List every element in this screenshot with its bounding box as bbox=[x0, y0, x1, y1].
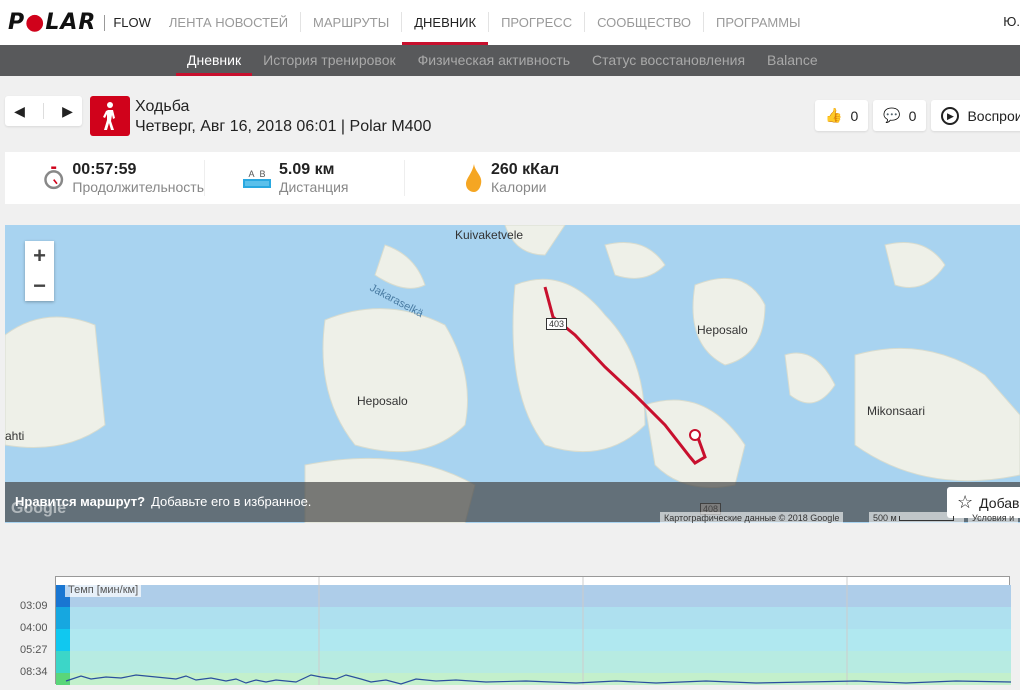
stat-distance: A B 5.09 км Дистанция bbox=[205, 160, 405, 196]
play-button[interactable]: ▶ Воспрои bbox=[931, 100, 1020, 131]
route-map[interactable]: Kuivaketvele Jakaraselkä Heposalo Heposa… bbox=[5, 225, 1020, 523]
subnav-activity[interactable]: Физическая активность bbox=[407, 45, 581, 76]
map-label-heposalo-west: Heposalo bbox=[357, 394, 408, 408]
like-button[interactable]: 👍 0 bbox=[815, 100, 869, 131]
road-403: 403 bbox=[546, 318, 568, 330]
pace-chart-plot bbox=[56, 577, 1012, 685]
zone-band-1 bbox=[56, 585, 1011, 607]
subnav-balance[interactable]: Balance bbox=[756, 45, 829, 76]
flow-label: FLOW bbox=[104, 14, 151, 31]
stat-duration: 00:57:59 Продолжительность bbox=[5, 160, 205, 196]
prev-next-buttons: ◀ ▶ bbox=[5, 96, 82, 126]
zone-band-2 bbox=[56, 607, 1011, 629]
sub-nav: Дневник История тренировок Физическая ак… bbox=[0, 45, 1020, 76]
comment-button[interactable]: 💬 0 bbox=[873, 100, 927, 131]
stats-panel: 00:57:59 Продолжительность A B 5.09 км Дис… bbox=[5, 152, 1020, 204]
map-label-heposalo-east: Heposalo bbox=[697, 323, 748, 337]
y-tick: 03:09 bbox=[20, 600, 48, 612]
map-scale: 500 м bbox=[869, 512, 964, 523]
sport-name: Ходьба bbox=[135, 98, 190, 115]
zoom-in-button[interactable]: + bbox=[33, 243, 46, 269]
flame-icon bbox=[466, 164, 482, 192]
pace-chart bbox=[55, 576, 1012, 685]
subnav-history[interactable]: История тренировок bbox=[252, 45, 406, 76]
main-nav: ЛЕНТА НОВОСТЕЙ МАРШРУТЫ ДНЕВНИК ПРОГРЕСС… bbox=[157, 0, 813, 45]
chart-title: Темп [мин/км] bbox=[65, 583, 142, 597]
google-logo: Google bbox=[11, 500, 67, 517]
y-tick: 08:34 bbox=[20, 666, 48, 678]
activity-subtitle: Четверг, Авг 16, 2018 06:01 | Polar M400 bbox=[135, 118, 432, 135]
user-menu[interactable]: Ю. bbox=[1003, 14, 1020, 29]
y-tick: 05:27 bbox=[20, 644, 48, 656]
prev-arrow-icon[interactable]: ◀ bbox=[14, 103, 25, 120]
walking-icon bbox=[90, 96, 130, 136]
subnav-recovery[interactable]: Статус восстановления bbox=[581, 45, 756, 76]
activity-title: Ходьба Четверг, Авг 16, 2018 06:01 | Pol… bbox=[135, 97, 431, 137]
subnav-diary[interactable]: Дневник bbox=[176, 45, 253, 76]
polar-logo[interactable]: P●LAR bbox=[8, 10, 96, 35]
zoom-controls: + − bbox=[25, 241, 54, 301]
top-bar: P●LAR FLOW ЛЕНТА НОВОСТЕЙ МАРШРУТЫ ДНЕВН… bbox=[0, 0, 1020, 45]
y-tick: 04:00 bbox=[20, 622, 48, 634]
next-arrow-icon[interactable]: ▶ bbox=[62, 103, 73, 120]
nav-news[interactable]: ЛЕНТА НОВОСТЕЙ bbox=[157, 12, 302, 32]
nav-progress[interactable]: ПРОГРЕСС bbox=[489, 12, 586, 32]
thumbs-up-icon: 👍 bbox=[825, 107, 843, 123]
favorite-banner: Нравится маршрут? Добавьте его в избранно… bbox=[5, 482, 1020, 522]
nav-programs[interactable]: ПРОГРАММЫ bbox=[704, 12, 813, 32]
star-icon: ☆ bbox=[957, 492, 974, 512]
map-tiles bbox=[5, 225, 1020, 523]
map-label-mikonsaari: Mikonsaari bbox=[867, 404, 926, 418]
zone-band-4 bbox=[56, 651, 1011, 673]
zone-band-3 bbox=[56, 629, 1011, 651]
stopwatch-icon bbox=[44, 166, 64, 190]
zoom-out-button[interactable]: − bbox=[33, 273, 46, 299]
comment-icon: 💬 bbox=[883, 107, 901, 123]
nav-diary[interactable]: ДНЕВНИК bbox=[402, 12, 490, 45]
terms-link[interactable]: Условия и bbox=[968, 512, 1019, 523]
stat-calories: 260 кКал Калории bbox=[405, 160, 605, 196]
map-label-ahti: ahti bbox=[5, 429, 25, 443]
map-label-kuivaketvele: Kuivaketvele bbox=[455, 228, 524, 242]
map-attribution: Картографические данные © 2018 Google bbox=[660, 512, 844, 523]
nav-routes[interactable]: МАРШРУТЫ bbox=[301, 12, 403, 32]
nav-community[interactable]: СООБЩЕСТВО bbox=[585, 12, 705, 32]
distance-icon: A B bbox=[243, 169, 271, 188]
play-icon: ▶ bbox=[941, 106, 960, 125]
